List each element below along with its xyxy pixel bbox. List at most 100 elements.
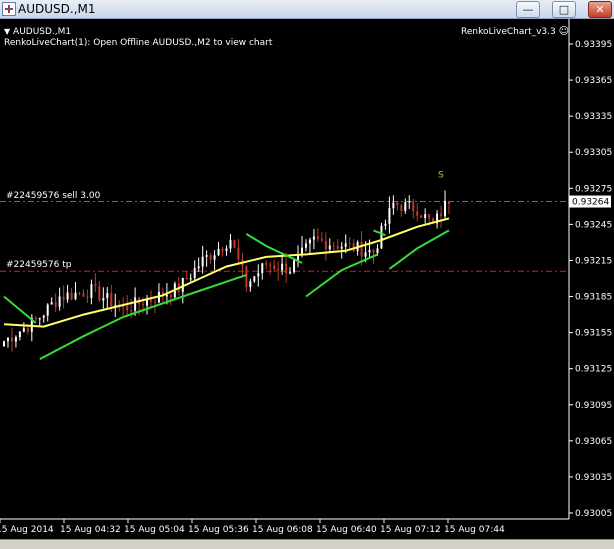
candle-body <box>217 248 220 256</box>
price-tick-label: 0.93065 <box>575 437 612 447</box>
candle-body <box>221 248 224 251</box>
price-tick-label: 0.93215 <box>575 256 612 266</box>
indicator-message: RenkoLiveChart(1): Open Offline AUDUSD.,… <box>4 38 273 48</box>
candle-body <box>285 263 288 274</box>
order-marks: S <box>438 170 444 180</box>
candle-body <box>102 298 105 301</box>
candle-body <box>225 248 228 251</box>
candle-body <box>130 310 133 312</box>
candle-body <box>444 200 447 217</box>
sell-arrow-mark: S <box>438 170 444 180</box>
candle-body <box>142 303 145 306</box>
candle-body <box>205 255 208 257</box>
price-chart[interactable]: 0.93395 0.93365 0.93335 0.93305 0.93275 0.932… <box>0 19 614 545</box>
time-tick-label: 15 Aug 07:12 <box>380 525 441 535</box>
sell-order-label[interactable]: #22459576 sell 3.00 <box>6 191 100 202</box>
candle-body <box>408 201 411 203</box>
candle-body <box>26 328 29 332</box>
candle-body <box>277 269 280 271</box>
candle-body <box>308 239 311 244</box>
candle-body <box>265 263 268 265</box>
price-tick-label: 0.93395 <box>575 40 612 50</box>
candle-body <box>281 263 284 271</box>
price-tick-label: 0.93035 <box>575 473 612 483</box>
candle-body <box>320 238 323 241</box>
candle-body <box>364 252 367 257</box>
candle-body <box>273 265 276 270</box>
minimize-button[interactable]: — <box>516 1 540 18</box>
green-moving-average-segment <box>373 229 386 237</box>
candle-body <box>253 276 256 282</box>
candle-body <box>328 245 331 250</box>
current-price-label: 0.93264 <box>572 198 609 208</box>
candle-body <box>66 292 69 300</box>
candle-body <box>6 337 9 342</box>
candle-body <box>372 249 375 253</box>
candle-body <box>14 337 17 342</box>
candle-body <box>229 240 232 249</box>
window-title: AUDUSD.,M1 <box>18 2 96 16</box>
candle-body <box>169 294 172 298</box>
candle-body <box>22 328 25 332</box>
candle-body <box>209 255 212 260</box>
candle-body <box>261 263 264 274</box>
time-tick-label: 15 Aug 04:32 <box>60 525 121 535</box>
candle-body <box>34 317 37 320</box>
candle-body <box>392 202 395 209</box>
candle-body <box>340 246 343 249</box>
candle-body <box>237 247 240 260</box>
candle-body <box>245 266 248 288</box>
candle-body <box>86 296 89 298</box>
candle-body <box>269 264 272 266</box>
moving-averages <box>3 217 450 360</box>
candle-body <box>70 292 73 300</box>
candle-body <box>98 285 101 301</box>
price-tick-label: 0.93155 <box>575 329 612 339</box>
candle-body <box>388 208 391 224</box>
candle-body <box>74 292 77 300</box>
candle-body <box>344 243 347 247</box>
candle-body <box>90 284 93 298</box>
candle-body <box>380 225 383 249</box>
candle-body <box>368 249 371 253</box>
candle-body <box>324 240 327 250</box>
candle-body <box>424 214 427 218</box>
expert-advisor-label[interactable]: RenkoLiveChart_v3.3 ☺ <box>461 26 569 38</box>
price-chart-svg[interactable]: 0.93395 0.93365 0.93335 0.93305 0.93275 0.932… <box>0 19 614 545</box>
candle-body <box>18 331 21 338</box>
candle-body <box>197 266 200 269</box>
time-tick-label: 15 Aug 05:04 <box>124 525 185 535</box>
candle-body <box>376 248 379 253</box>
candle-body <box>46 304 49 316</box>
candle-body <box>396 202 399 206</box>
candle-body <box>420 215 423 218</box>
candle-body <box>304 243 307 248</box>
candle-body <box>360 242 363 257</box>
time-tick-label: 15 Aug 06:40 <box>316 525 377 535</box>
close-button[interactable]: ✕ <box>588 1 612 18</box>
candle-body <box>134 297 137 311</box>
symbol-label: ▼ AUDUSD.,M1 <box>4 27 72 37</box>
time-tick-label: 15 Aug 07:44 <box>444 525 505 535</box>
candle-body <box>78 292 81 294</box>
candle-body <box>94 284 97 286</box>
price-tick-label: 0.93365 <box>575 76 612 86</box>
green-moving-average-segment <box>388 229 450 270</box>
time-axis: 15 Aug 2014 15 Aug 04:32 15 Aug 05:04 15 Au… <box>0 519 505 535</box>
candle-body <box>54 302 57 307</box>
candle-body <box>201 256 204 267</box>
candle-body <box>42 315 45 318</box>
maximize-button[interactable]: □ <box>552 1 576 18</box>
title-bar[interactable]: AUDUSD.,M1 — □ ✕ <box>0 0 614 19</box>
candle-body <box>82 292 85 297</box>
green-moving-average-segment <box>3 295 37 324</box>
take-profit-label[interactable]: #22459576 tp <box>6 260 71 271</box>
price-tick-label: 0.93125 <box>575 365 612 375</box>
chart-window-icon <box>2 2 16 16</box>
candle-body <box>146 299 149 306</box>
candle-body <box>58 296 61 307</box>
chevron-down-icon[interactable]: ▼ <box>4 27 10 36</box>
candle-body <box>293 260 296 273</box>
price-tick-label: 0.93275 <box>575 184 612 194</box>
candle-body <box>416 211 419 216</box>
